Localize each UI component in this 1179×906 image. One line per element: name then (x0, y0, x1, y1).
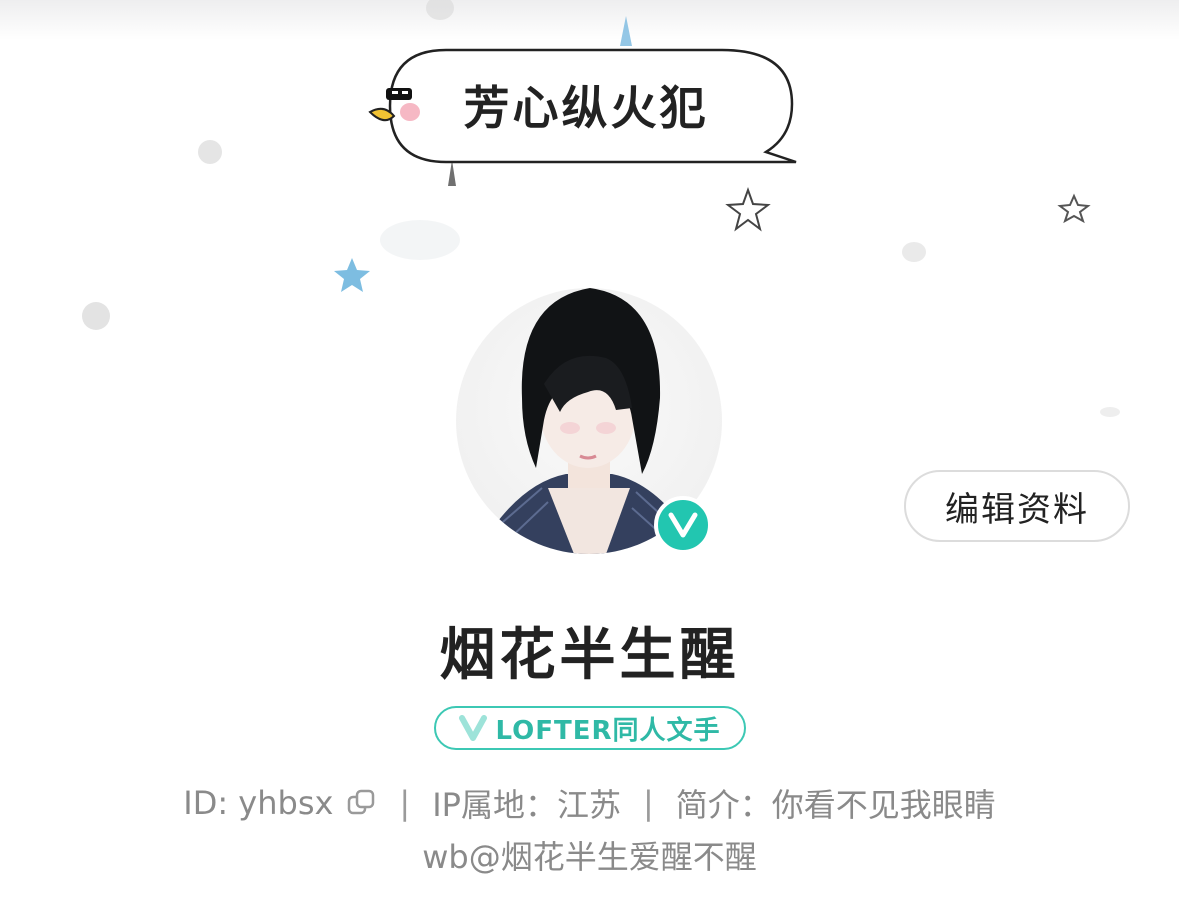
username: 烟花半生醒 (439, 623, 740, 688)
star-icon (334, 258, 370, 292)
profile-info-line: ID: yhbsx | IP属地：江苏 | 简介：你看不见我眼睛 (0, 780, 1179, 826)
edit-profile-button[interactable]: 编辑资料 (904, 470, 1130, 542)
edit-profile-label: 编辑资料 (945, 489, 1089, 530)
verified-v-icon (459, 715, 488, 741)
speech-bubble-text: 芳心纵火犯 (463, 81, 709, 135)
separator: | (399, 784, 411, 822)
separator: | (642, 784, 654, 822)
bio-line-2: wb@烟花半生爱醒不醒 (422, 838, 757, 876)
star-icon (1057, 193, 1091, 224)
copy-icon[interactable] (345, 787, 377, 819)
author-tag-label: LOFTER同人文手 (495, 715, 721, 746)
author-tag[interactable]: LOFTER同人文手 (434, 706, 746, 750)
verified-v-icon (668, 512, 698, 538)
verified-badge (654, 496, 712, 554)
user-id: ID: yhbsx (183, 784, 334, 822)
bio: 简介：你看不见我眼睛 (675, 786, 996, 824)
speech-bubble: 芳心纵火犯 (366, 46, 798, 168)
star-icon (725, 187, 771, 232)
ip-location: IP属地：江苏 (432, 786, 621, 824)
